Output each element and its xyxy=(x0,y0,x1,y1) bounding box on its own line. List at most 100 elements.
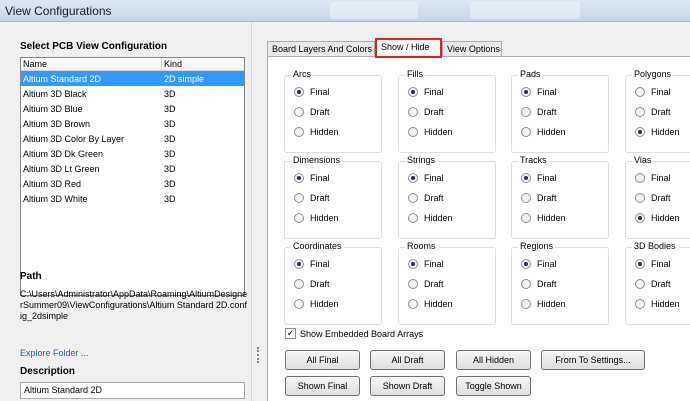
column-header-name[interactable]: Name xyxy=(21,58,162,70)
radio-dot-icon[interactable] xyxy=(408,193,418,203)
table-row[interactable]: Altium 3D Dk Green 3D xyxy=(21,146,244,161)
radio-dot-icon[interactable] xyxy=(635,279,645,289)
radio-hidden[interactable]: Hidden xyxy=(635,126,680,138)
radio-dot-icon[interactable] xyxy=(521,87,531,97)
radio-hidden[interactable]: Hidden xyxy=(635,298,680,310)
table-row[interactable]: Altium 3D White 3D xyxy=(21,191,244,206)
all-draft-button[interactable]: All Draft xyxy=(370,350,445,370)
table-row[interactable]: Altium 3D Red 3D xyxy=(21,176,244,191)
radio-dot-icon[interactable] xyxy=(635,173,645,183)
radio-hidden[interactable]: Hidden xyxy=(635,212,680,224)
toggle-shown-button[interactable]: Toggle Shown xyxy=(456,376,531,396)
radio-final[interactable]: Final xyxy=(408,86,444,98)
radio-draft[interactable]: Draft xyxy=(294,106,330,118)
all-hidden-button[interactable]: All Hidden xyxy=(456,350,531,370)
table-row[interactable]: Altium Standard 2D 2D simple xyxy=(21,71,244,86)
explore-folder-link[interactable]: Explore Folder ... xyxy=(20,348,89,358)
radio-dot-icon[interactable] xyxy=(294,299,304,309)
radio-dot-icon[interactable] xyxy=(521,279,531,289)
radio-final[interactable]: Final xyxy=(521,258,557,270)
radio-hidden[interactable]: Hidden xyxy=(521,212,566,224)
radio-dot-icon[interactable] xyxy=(294,87,304,97)
radio-dot-icon[interactable] xyxy=(635,213,645,223)
radio-dot-icon[interactable] xyxy=(294,127,304,137)
radio-dot-icon[interactable] xyxy=(635,107,645,117)
radio-dot-icon[interactable] xyxy=(521,107,531,117)
radio-dot-icon[interactable] xyxy=(521,127,531,137)
radio-dot-icon[interactable] xyxy=(408,127,418,137)
from-to-settings-button[interactable]: From To Settings... xyxy=(541,350,645,370)
radio-hidden[interactable]: Hidden xyxy=(408,298,453,310)
description-field[interactable]: Altium Standard 2D xyxy=(20,382,245,399)
radio-hidden[interactable]: Hidden xyxy=(408,126,453,138)
radio-draft[interactable]: Draft xyxy=(408,278,444,290)
radio-draft[interactable]: Draft xyxy=(521,192,557,204)
radio-draft[interactable]: Draft xyxy=(635,192,671,204)
radio-final[interactable]: Final xyxy=(635,172,671,184)
splitter-grip-icon[interactable] xyxy=(257,347,259,363)
radio-dot-icon[interactable] xyxy=(408,299,418,309)
radio-hidden[interactable]: Hidden xyxy=(521,298,566,310)
radio-final[interactable]: Final xyxy=(408,258,444,270)
radio-dot-icon[interactable] xyxy=(294,259,304,269)
radio-dot-icon[interactable] xyxy=(521,213,531,223)
radio-hidden[interactable]: Hidden xyxy=(408,212,453,224)
radio-dot-icon[interactable] xyxy=(635,299,645,309)
radio-final[interactable]: Final xyxy=(521,172,557,184)
radio-dot-icon[interactable] xyxy=(521,173,531,183)
table-row[interactable]: Altium 3D Color By Layer 3D xyxy=(21,131,244,146)
radio-hidden[interactable]: Hidden xyxy=(294,126,339,138)
radio-dot-icon[interactable] xyxy=(408,259,418,269)
radio-dot-icon[interactable] xyxy=(408,107,418,117)
radio-dot-icon[interactable] xyxy=(294,279,304,289)
radio-final[interactable]: Final xyxy=(294,86,330,98)
radio-dot-icon[interactable] xyxy=(521,193,531,203)
radio-draft[interactable]: Draft xyxy=(521,278,557,290)
radio-dot-icon[interactable] xyxy=(635,87,645,97)
all-final-button[interactable]: All Final xyxy=(285,350,360,370)
radio-dot-icon[interactable] xyxy=(294,173,304,183)
radio-final[interactable]: Final xyxy=(408,172,444,184)
radio-hidden[interactable]: Hidden xyxy=(294,212,339,224)
radio-hidden[interactable]: Hidden xyxy=(521,126,566,138)
tab-show-hide[interactable]: Show / Hide xyxy=(375,38,442,58)
radio-dot-icon[interactable] xyxy=(408,213,418,223)
radio-dot-icon[interactable] xyxy=(408,279,418,289)
radio-dot-icon[interactable] xyxy=(635,259,645,269)
radio-dot-icon[interactable] xyxy=(294,107,304,117)
checkbox-box[interactable]: ✓ xyxy=(285,328,296,339)
radio-draft[interactable]: Draft xyxy=(635,106,671,118)
tab-view-options[interactable]: View Options xyxy=(442,41,502,57)
table-row[interactable]: Altium 3D Black 3D xyxy=(21,86,244,101)
radio-draft[interactable]: Draft xyxy=(408,192,444,204)
radio-final[interactable]: Final xyxy=(294,172,330,184)
radio-dot-icon[interactable] xyxy=(521,259,531,269)
radio-final[interactable]: Final xyxy=(635,86,671,98)
radio-final[interactable]: Final xyxy=(294,258,330,270)
radio-draft[interactable]: Draft xyxy=(635,278,671,290)
radio-dot-icon[interactable] xyxy=(294,193,304,203)
radio-dot-icon[interactable] xyxy=(521,299,531,309)
tab-board-layers[interactable]: Board Layers And Colors xyxy=(267,41,375,57)
radio-draft[interactable]: Draft xyxy=(294,192,330,204)
table-row[interactable]: Altium 3D Brown 3D xyxy=(21,116,244,131)
config-table[interactable]: Name Kind Altium Standard 2D 2D simple Alt… xyxy=(20,57,245,296)
table-row[interactable]: Altium 3D Lt Green 3D xyxy=(21,161,244,176)
radio-final[interactable]: Final xyxy=(521,86,557,98)
radio-dot-icon[interactable] xyxy=(408,173,418,183)
radio-dot-icon[interactable] xyxy=(408,87,418,97)
radio-dot-icon[interactable] xyxy=(635,127,645,137)
shown-draft-button[interactable]: Shown Draft xyxy=(370,376,445,396)
column-header-kind[interactable]: Kind xyxy=(162,58,244,70)
radio-dot-icon[interactable] xyxy=(635,193,645,203)
shown-final-button[interactable]: Shown Final xyxy=(285,376,360,396)
radio-hidden[interactable]: Hidden xyxy=(294,298,339,310)
radio-draft[interactable]: Draft xyxy=(521,106,557,118)
table-row[interactable]: Altium 3D Blue 3D xyxy=(21,101,244,116)
show-embedded-checkbox[interactable]: ✓ Show Embedded Board Arrays xyxy=(285,328,423,339)
radio-dot-icon[interactable] xyxy=(294,213,304,223)
pane-splitter[interactable] xyxy=(251,22,264,401)
radio-final[interactable]: Final xyxy=(635,258,671,270)
radio-draft[interactable]: Draft xyxy=(408,106,444,118)
radio-draft[interactable]: Draft xyxy=(294,278,330,290)
